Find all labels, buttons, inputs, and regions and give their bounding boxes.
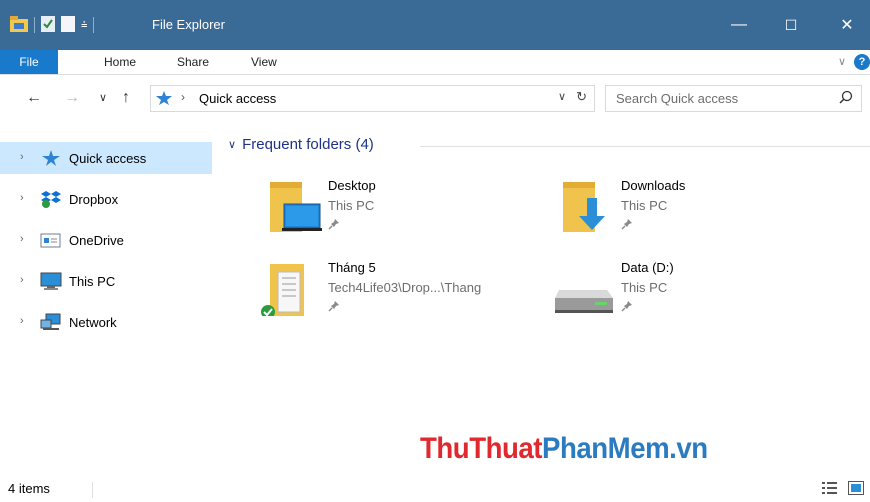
item-count: 4 items [8,481,50,496]
expand-chevron-icon[interactable]: › [20,233,24,245]
tab-file[interactable]: File [0,50,58,74]
sidebar-item-label: Quick access [69,151,147,166]
sidebar-item-label: This PC [69,274,116,289]
folder-name: Data (D:) [621,260,674,275]
folder-name: Desktop [328,178,376,193]
breadcrumb-quick-access[interactable]: Quick access [199,91,276,106]
sidebar-item-label: Network [69,315,117,330]
group-divider [420,146,870,147]
toolbar-divider [34,17,35,33]
new-folder-icon[interactable] [61,15,75,35]
group-title: Frequent folders (4) [242,136,374,153]
dropbox-icon [40,189,62,209]
ribbon-tabs: File Home Share View ∨ ? [0,50,870,75]
folder-location: This PC [621,280,668,295]
expand-chevron-icon[interactable]: › [20,151,24,163]
sidebar-item-dropbox[interactable]: › Dropbox [0,183,212,215]
up-arrow-icon[interactable]: ↑ [122,86,130,110]
quick-access-toolbar: ⩮ [10,14,95,36]
drive-icon [555,260,613,316]
sidebar-item-label: OneDrive [69,233,124,248]
expand-chevron-icon[interactable]: › [20,315,24,327]
pinned-icon [621,218,633,233]
search-input[interactable]: Search Quick access [616,91,738,106]
sidebar-item-onedrive[interactable]: › OneDrive [0,224,212,256]
status-bar: 4 items [0,476,870,502]
tab-view[interactable]: View [251,50,277,74]
quick-access-pin-icon [40,148,62,168]
folder-name: Tháng 5 [328,260,376,275]
pinned-icon [328,218,340,233]
large-icons-view-icon[interactable] [848,481,864,495]
address-bar[interactable]: › Quick access ∨ ↻ [150,85,595,112]
folder-name: Downloads [621,178,686,193]
properties-icon[interactable] [41,15,55,35]
close-button[interactable]: ✕ [824,0,870,50]
quick-access-star-icon [155,90,173,109]
desktop-folder-icon [268,178,324,234]
forward-arrow-icon[interactable]: → [64,86,80,110]
details-view-icon[interactable] [822,481,838,495]
refresh-icon[interactable]: ↻ [576,89,587,105]
toolbar-divider [93,17,95,33]
maximize-button[interactable]: ☐ [768,0,814,50]
pinned-icon [328,300,340,315]
folder-tile-desktop[interactable]: Desktop This PC [268,178,548,248]
address-dropdown-icon[interactable]: ∨ [558,90,566,103]
customize-toolbar-icon[interactable]: ⩮ [81,19,87,32]
folder-location: Tech4Life03\Drop...\Thang [328,280,482,295]
status-divider [92,482,93,498]
synced-folder-icon [260,260,316,319]
back-arrow-icon[interactable]: ← [26,86,42,110]
downloads-folder-icon [561,178,617,234]
collapse-chevron-icon[interactable]: ∨ [228,138,236,151]
folder-location: This PC [328,198,375,213]
pinned-icon [621,300,633,315]
sidebar-item-this-pc[interactable]: › This PC [0,265,212,297]
onedrive-icon [40,230,62,250]
network-icon [40,312,62,332]
address-row: ← → ∨ ↑ › Quick access ∨ ↻ Search Quick … [0,76,870,120]
minimize-button[interactable]: — [716,0,762,50]
tab-home[interactable]: Home [104,50,136,74]
sidebar-item-quick-access[interactable]: › Quick access [0,142,212,174]
folder-app-icon [10,15,28,35]
expand-chevron-icon[interactable]: › [20,274,24,286]
folder-tile-downloads[interactable]: Downloads This PC [561,178,841,248]
title-bar: ⩮ File Explorer — ☐ ✕ [0,0,870,50]
folder-tile-thang-5[interactable]: Tháng 5 Tech4Life03\Drop...\Thang [260,260,540,330]
expand-ribbon-chevron-icon[interactable]: ∨ [838,50,846,74]
breadcrumb-separator-icon[interactable]: › [181,90,185,104]
search-box[interactable]: Search Quick access [605,85,862,112]
watermark: ThuThuatPhanMem.vn [420,432,708,465]
folder-location: This PC [621,198,668,213]
expand-chevron-icon[interactable]: › [20,192,24,204]
sidebar-item-label: Dropbox [69,192,119,207]
frequent-folders-header[interactable]: ∨ Frequent folders (4) [228,136,374,153]
tab-share[interactable]: Share [177,50,209,74]
window-title: File Explorer [152,17,225,32]
this-pc-icon [40,271,62,291]
search-icon[interactable] [839,90,853,107]
sidebar-item-network[interactable]: › Network [0,306,212,338]
help-icon[interactable]: ? [854,54,870,70]
folder-tile-data-d[interactable]: Data (D:) This PC [555,260,835,330]
recent-locations-chevron-icon[interactable]: ∨ [99,86,107,110]
navigation-pane: › Quick access › Dropbox › OneDrive › Th… [0,140,212,470]
